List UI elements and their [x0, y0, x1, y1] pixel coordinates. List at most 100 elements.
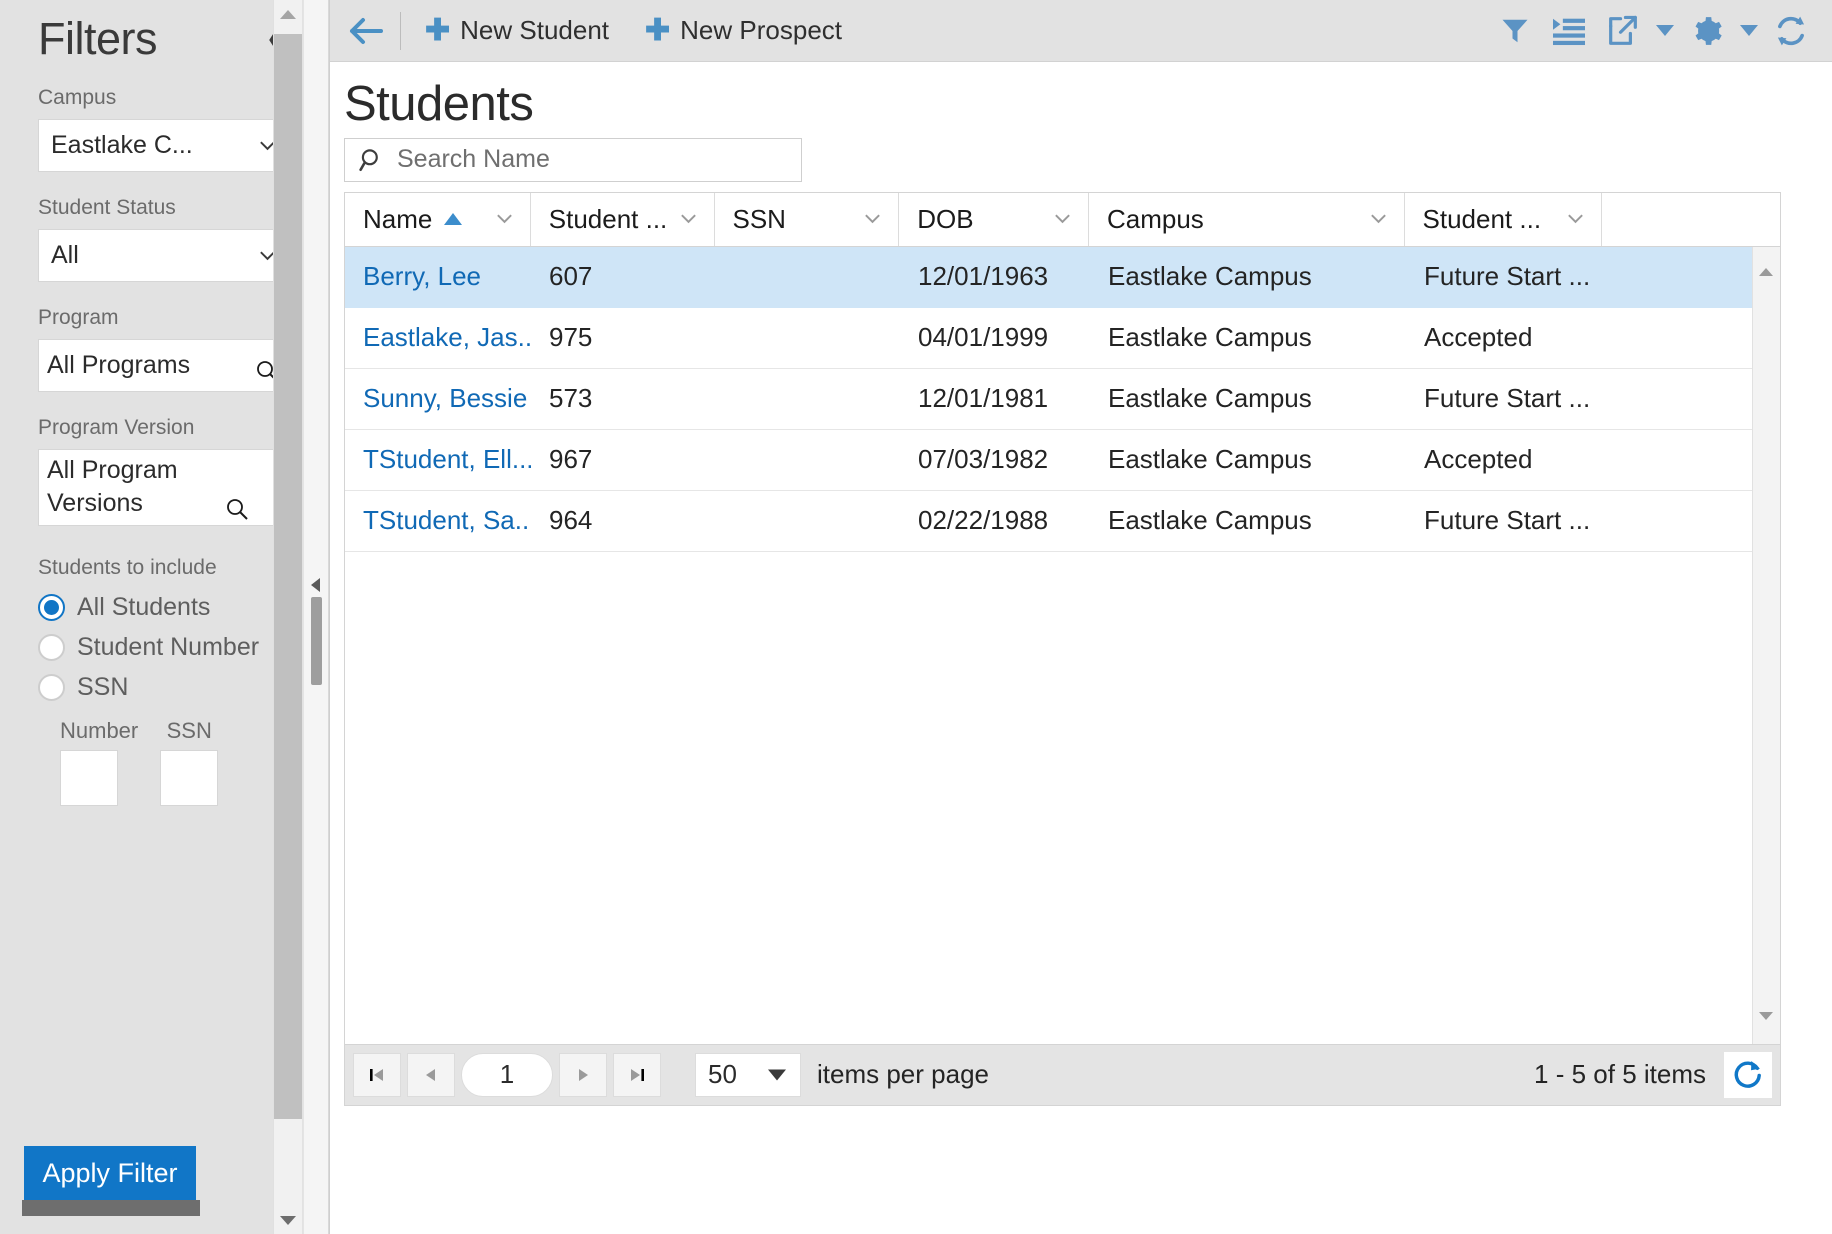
- cell-name[interactable]: Berry, Lee: [345, 247, 531, 307]
- scroll-down-arrow-icon[interactable]: [1759, 1011, 1773, 1038]
- column-header-name[interactable]: Name: [345, 192, 531, 246]
- external-link-icon: [1609, 15, 1637, 45]
- refresh-icon: [1734, 1060, 1761, 1088]
- cell-campus: Eastlake Campus: [1108, 383, 1312, 414]
- last-page-button[interactable]: [613, 1052, 661, 1097]
- scrollbar-thumb[interactable]: [274, 34, 302, 1119]
- program-version-label: Program Version: [38, 416, 195, 439]
- cell-student-number: 964: [549, 505, 593, 536]
- cell-student-number: 573: [549, 383, 593, 414]
- radio-student-number[interactable]: Student Number: [38, 628, 292, 668]
- chevron-down-icon[interactable]: [1053, 210, 1072, 229]
- scroll-up-arrow-icon[interactable]: [274, 0, 302, 28]
- next-page-button[interactable]: [559, 1052, 607, 1097]
- items-per-page-label: items per page: [817, 1059, 989, 1090]
- first-page-button[interactable]: [353, 1052, 401, 1097]
- radio-indicator: [38, 634, 65, 661]
- chevron-down-icon[interactable]: [863, 210, 882, 229]
- page-last-icon: [631, 1068, 644, 1081]
- radio-indicator: [38, 594, 65, 621]
- cell-student-number: 607: [549, 261, 593, 292]
- ssn-input[interactable]: [160, 749, 219, 806]
- page-number-input[interactable]: 1: [461, 1052, 553, 1097]
- campus-select[interactable]: Eastlake C...: [38, 119, 292, 172]
- back-button[interactable]: [338, 0, 394, 62]
- filters-panel-scrollbar[interactable]: [273, 0, 302, 1234]
- refresh-icon-button[interactable]: [1764, 0, 1818, 62]
- column-header-dob-label: DOB: [917, 203, 974, 234]
- table-row[interactable]: TStudent, Sa... 964 02/22/1988 Eastlake …: [345, 491, 1780, 552]
- panel-splitter[interactable]: [303, 0, 329, 1234]
- new-student-button[interactable]: ✚ New Student: [407, 0, 627, 62]
- apply-filter-button[interactable]: Apply Filter: [24, 1146, 196, 1200]
- page-size-select[interactable]: 50: [695, 1052, 801, 1097]
- grid-vertical-scrollbar[interactable]: [1752, 246, 1780, 1044]
- cell-campus: Eastlake Campus: [1108, 322, 1312, 353]
- table-row[interactable]: Berry, Lee 607 12/01/1963 Eastlake Campu…: [345, 246, 1780, 308]
- table-row[interactable]: Eastlake, Jas... 975 04/01/1999 Eastlake…: [345, 308, 1780, 369]
- cell-dob: 02/22/1988: [918, 505, 1049, 536]
- column-list-icon-button[interactable]: [1542, 0, 1596, 62]
- column-header-student-number[interactable]: Student ...: [531, 192, 715, 246]
- column-header-campus-label: Campus: [1106, 203, 1204, 234]
- chevron-down-icon[interactable]: [1566, 210, 1585, 229]
- pager-range-text: 1 - 5 of 5 items: [1534, 1059, 1706, 1090]
- grid-body: Berry, Lee 607 12/01/1963 Eastlake Campu…: [345, 246, 1780, 1044]
- column-header-name-label: Name: [363, 203, 433, 234]
- new-prospect-button[interactable]: ✚ New Prospect: [627, 0, 860, 62]
- gear-icon: [1695, 16, 1722, 45]
- table-row[interactable]: Sunny, Bessie 573 12/01/1981 Eastlake Ca…: [345, 369, 1780, 430]
- cell-student-status: Accepted: [1424, 444, 1533, 475]
- scroll-up-arrow-icon[interactable]: [1759, 250, 1773, 276]
- column-header-ssn[interactable]: SSN: [715, 192, 900, 246]
- page-size-value: 50: [708, 1059, 737, 1090]
- filters-panel-horizontal-scrollbar[interactable]: [22, 1200, 200, 1216]
- export-icon-button[interactable]: [1596, 0, 1650, 62]
- ssn-input-label: SSN: [166, 717, 212, 743]
- settings-icon-button[interactable]: [1680, 0, 1734, 62]
- radio-ssn[interactable]: SSN: [38, 668, 292, 708]
- number-input[interactable]: [60, 749, 118, 806]
- search-name-input[interactable]: Search Name: [344, 137, 802, 182]
- cell-name[interactable]: Eastlake, Jas...: [345, 308, 531, 368]
- column-header-student-number-label: Student ...: [548, 203, 668, 234]
- cell-ssn: [715, 430, 900, 490]
- program-version-search-input[interactable]: All Program Versions: [38, 449, 292, 526]
- students-grid: Name Student ... SSN DOB Campus Student …: [344, 191, 1781, 1044]
- radio-all-students[interactable]: All Students: [38, 588, 292, 628]
- new-prospect-label: New Prospect: [680, 15, 842, 45]
- cell-ssn: [715, 369, 900, 429]
- page-prev-icon: [426, 1068, 435, 1081]
- previous-page-button[interactable]: [407, 1052, 455, 1097]
- cell-student-number: 975: [549, 322, 593, 353]
- pager: 1 50 items per page 1 - 5 of 5 items: [344, 1043, 1781, 1106]
- cell-ssn: [715, 247, 900, 307]
- student-status-select[interactable]: All: [38, 229, 292, 282]
- chevron-down-icon[interactable]: [495, 210, 514, 229]
- pager-refresh-button[interactable]: [1724, 1051, 1772, 1098]
- cell-name[interactable]: TStudent, Sa...: [345, 491, 531, 551]
- column-header-student-status[interactable]: Student ...: [1405, 192, 1603, 246]
- settings-dropdown-button[interactable]: [1734, 0, 1764, 62]
- filters-title: Filters: [38, 12, 158, 64]
- radio-ssn-label: SSN: [77, 673, 129, 701]
- radio-all-students-label: All Students: [77, 593, 211, 621]
- plus-icon: ✚: [645, 13, 671, 47]
- scroll-down-arrow-icon[interactable]: [274, 1206, 302, 1234]
- caret-down-icon: [1740, 25, 1758, 36]
- export-dropdown-button[interactable]: [1650, 0, 1680, 62]
- filter-icon-button[interactable]: [1488, 0, 1542, 62]
- cell-name[interactable]: Sunny, Bessie: [345, 369, 531, 429]
- table-row[interactable]: TStudent, Ell... 967 07/03/1982 Eastlake…: [345, 430, 1780, 491]
- filter-icon: [1502, 19, 1528, 42]
- cell-ssn: [715, 491, 900, 551]
- students-list-screen: Filters ❮ Campus Eastlake C... Student S…: [0, 0, 1832, 1234]
- column-header-campus[interactable]: Campus: [1089, 192, 1405, 246]
- splitter-handle[interactable]: [311, 597, 322, 685]
- chevron-down-icon[interactable]: [679, 210, 698, 229]
- cell-name[interactable]: TStudent, Ell...: [345, 430, 531, 490]
- program-search-input[interactable]: All Programs: [38, 339, 292, 392]
- chevron-down-icon[interactable]: [1369, 210, 1388, 229]
- splitter-collapse-arrow-icon[interactable]: [311, 578, 320, 592]
- column-header-dob[interactable]: DOB: [899, 192, 1089, 246]
